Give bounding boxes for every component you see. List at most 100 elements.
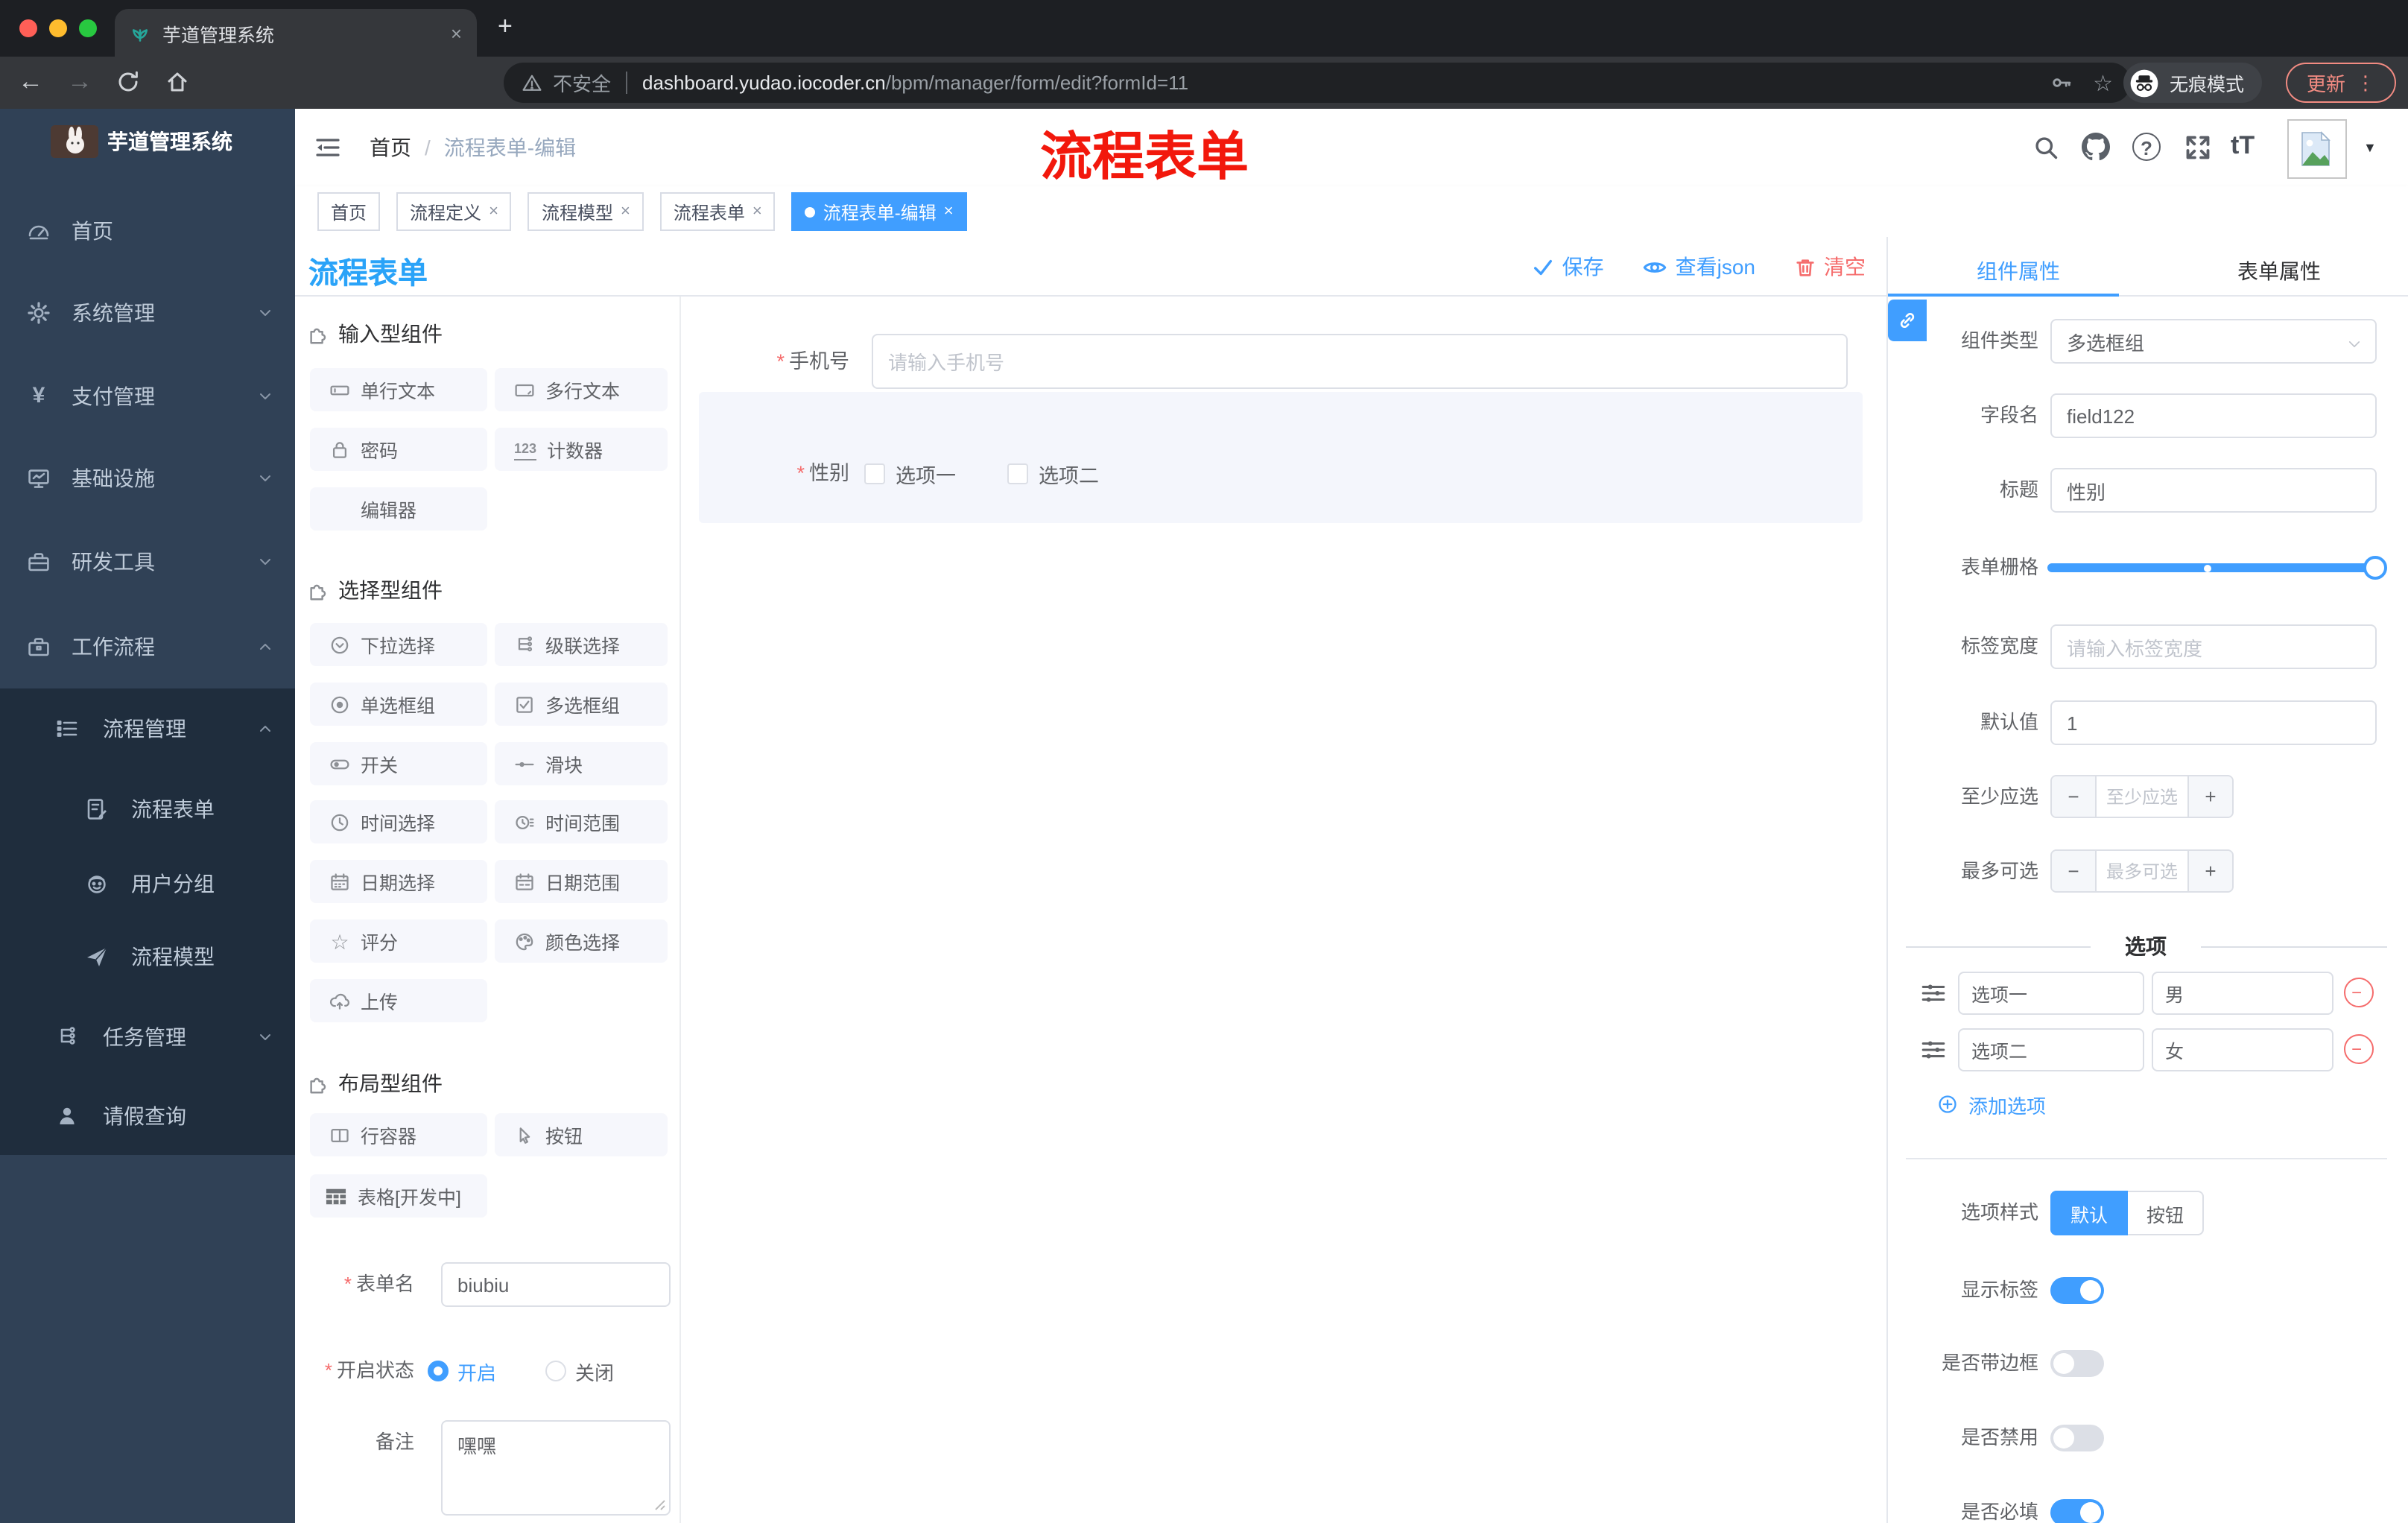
sidebar-item-process-model[interactable]: 流程模型 [0,921,295,992]
component-item-button[interactable]: 按钮 [495,1113,668,1156]
forward-icon[interactable]: → [67,69,92,94]
sidebar-item-infrastructure[interactable]: 基础设施 [0,441,295,516]
option-2-value-input[interactable]: 女 [2152,1028,2333,1071]
tag-process-model[interactable]: 流程模型 × [527,192,644,231]
grid-slider-track[interactable] [2047,563,2384,572]
tag-close-icon[interactable]: × [752,203,762,221]
form-canvas[interactable]: * 手机号 请输入手机号 * 性别 选项一 选项二 [681,297,1886,1523]
component-item-date-range[interactable]: 日期范围 [495,860,668,903]
update-button[interactable]: 更新 ⋮ [2286,63,2396,103]
add-option-button[interactable]: 添加选项 [1937,1089,2046,1119]
browser-menu-kebab-icon[interactable]: ⋮ [2356,71,2375,95]
gender-option-1[interactable]: 选项一 [864,459,956,489]
sidebar-item-process-form[interactable]: 流程表单 [0,773,295,845]
sidebar-item-devtools[interactable]: 研发工具 [0,525,295,599]
stepper-decrease-button[interactable]: − [2052,776,2097,817]
style-default-button[interactable]: 默认 [2050,1191,2128,1235]
border-toggle-off[interactable] [2050,1350,2104,1377]
tag-home[interactable]: 首页 [317,192,381,231]
component-item-password[interactable]: 密码 [310,428,487,471]
component-item-editor[interactable]: 编辑器 [310,487,487,531]
checkbox-icon[interactable] [1007,463,1028,484]
key-icon[interactable] [2050,72,2072,94]
title-input[interactable]: 性别 [2050,468,2377,513]
tab-close-icon[interactable]: × [451,22,462,44]
remove-option-button[interactable]: − [2344,978,2374,1007]
sidebar-item-leave-query[interactable]: 请假查询 [0,1080,295,1152]
tag-process-definition[interactable]: 流程定义 × [396,192,512,231]
tag-process-form-edit[interactable]: 流程表单-编辑 × [791,192,967,231]
disabled-toggle-off[interactable] [2050,1425,2104,1451]
phone-field-input[interactable]: 请输入手机号 [872,334,1848,389]
breadcrumb-home[interactable]: 首页 [370,133,411,162]
label-width-input[interactable]: 请输入标签宽度 [2050,624,2377,669]
component-item-counter[interactable]: 123 计数器 [495,428,668,471]
stepper-decrease-button[interactable]: − [2052,851,2097,891]
form-remark-textarea[interactable]: 嘿嘿 [441,1420,671,1516]
component-item-checkbox-group[interactable]: 多选框组 [495,683,668,726]
stepper-increase-button[interactable]: + [2187,851,2232,891]
github-icon[interactable] [2082,133,2110,161]
sidebar-item-user-group[interactable]: 用户分组 [0,848,295,919]
drag-handle-icon[interactable] [1921,981,1946,1006]
option-2-label-input[interactable]: 选项二 [1958,1028,2144,1071]
sidebar-item-system[interactable]: 系统管理 [0,276,295,350]
clear-button[interactable]: 清空 [1794,252,1866,282]
resize-handle-icon[interactable] [654,1499,666,1511]
show-label-toggle-on[interactable] [2050,1277,2104,1304]
status-radio-off[interactable]: 关闭 [545,1349,614,1393]
remove-option-button[interactable]: − [2344,1034,2374,1064]
status-radio-on[interactable]: 开启 [428,1349,496,1393]
tab-form-props[interactable]: 表单属性 [2149,252,2408,291]
save-button[interactable]: 保存 [1533,252,1604,282]
stepper-increase-button[interactable]: + [2187,776,2232,817]
selected-gender-component[interactable]: * 性别 选项一 选项二 [699,392,1863,523]
drag-handle-icon[interactable] [1921,1037,1946,1063]
sidebar-item-payment[interactable]: ¥ 支付管理 [0,359,295,434]
window-minimize-button[interactable] [49,19,67,37]
component-item-radio-group[interactable]: 单选框组 [310,683,487,726]
component-item-textarea[interactable]: 多行文本 [495,368,668,411]
component-item-rate[interactable]: ☆ 评分 [310,919,487,963]
component-item-time-range[interactable]: 时间范围 [495,800,668,843]
new-tab-button[interactable]: + [498,12,513,42]
tag-close-icon[interactable]: × [489,203,498,221]
style-button-button[interactable]: 按钮 [2128,1191,2204,1235]
window-zoom-button[interactable] [79,19,97,37]
sidebar-item-home[interactable]: 首页 [0,194,295,268]
tag-close-icon[interactable]: × [944,203,954,221]
component-item-table[interactable]: 表格[开发中] [310,1174,487,1218]
type-select[interactable]: 多选框组 [2050,319,2377,364]
required-toggle-on[interactable] [2050,1499,2104,1523]
view-json-button[interactable]: 查看json [1643,252,1755,282]
checkbox-icon[interactable] [864,463,885,484]
help-icon[interactable]: ? [2132,133,2161,161]
component-item-color-picker[interactable]: 颜色选择 [495,919,668,963]
component-item-row-container[interactable]: 行容器 [310,1113,487,1156]
avatar[interactable] [2287,119,2347,179]
gender-option-2[interactable]: 选项二 [1007,459,1099,489]
option-1-label-input[interactable]: 选项一 [1958,972,2144,1015]
field-name-input[interactable]: field122 [2050,393,2377,438]
stepper-input[interactable]: 至少应选 [2097,784,2187,809]
home-icon[interactable] [165,70,189,94]
window-close-button[interactable] [19,19,37,37]
stepper-input[interactable]: 最多可选 [2097,858,2187,884]
tab-component-props[interactable]: 组件属性 [1888,252,2149,291]
text-size-icon[interactable]: tT [2231,131,2255,161]
component-item-slider[interactable]: 滑块 [495,742,668,785]
back-icon[interactable]: ← [18,69,43,94]
sidebar-item-task-management[interactable]: 任务管理 [0,1001,295,1073]
component-item-upload[interactable]: 上传 [310,979,487,1022]
sidebar-item-process-management[interactable]: 流程管理 [0,693,295,764]
fullscreen-icon[interactable] [2184,134,2211,161]
tag-process-form[interactable]: 流程表单 × [659,192,776,231]
reload-icon[interactable] [116,70,140,94]
avatar-caret-down-icon[interactable]: ▼ [2363,140,2377,155]
form-name-input[interactable]: biubiu [441,1262,671,1307]
component-item-single-text[interactable]: 单行文本 [310,368,487,411]
tag-close-icon[interactable]: × [621,203,630,221]
default-value-input[interactable]: 1 [2050,700,2377,745]
address-bar[interactable]: 不安全 dashboard.yudao.iocoder.cn/bpm/manag… [504,63,2131,103]
component-item-switch[interactable]: 开关 [310,742,487,785]
